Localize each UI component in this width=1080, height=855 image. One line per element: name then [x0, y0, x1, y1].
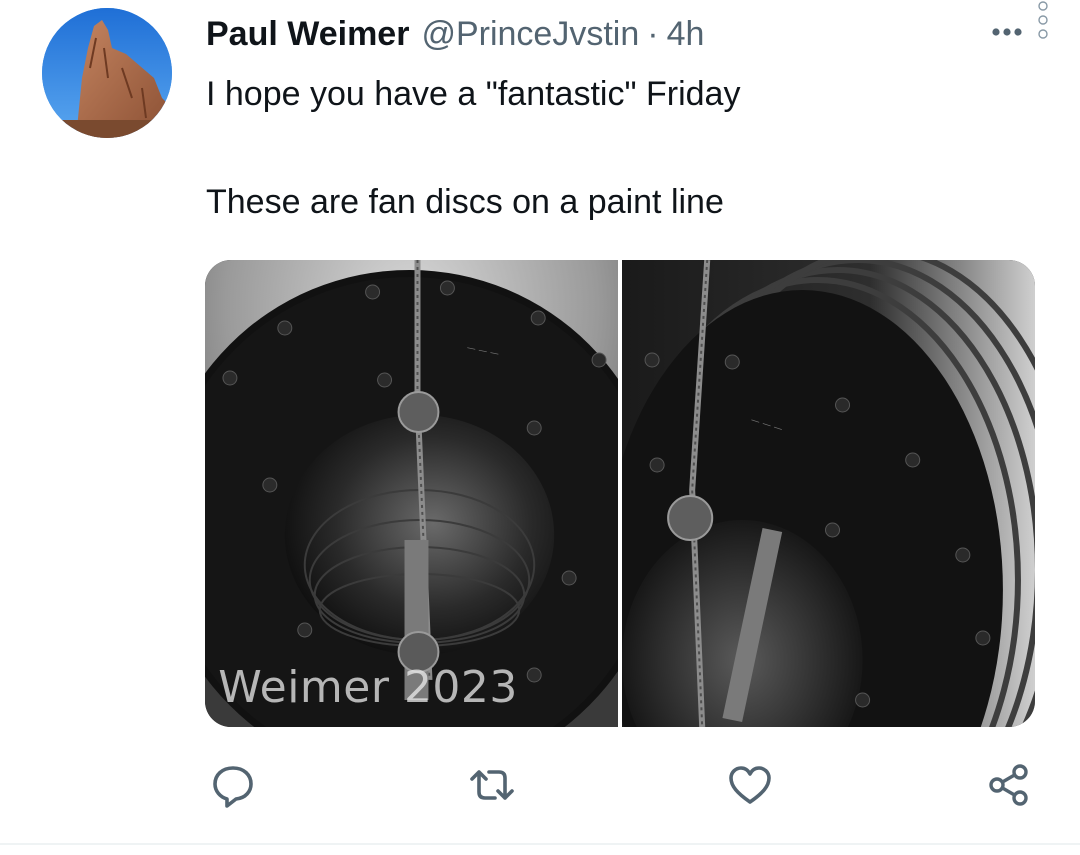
more-options-icon[interactable]: [990, 22, 1030, 42]
photo-watermark: l Weimer 2023: [205, 662, 518, 713]
author-handle[interactable]: @PrinceJvstin: [421, 12, 639, 56]
avatar[interactable]: [42, 8, 172, 138]
timestamp[interactable]: 4h: [667, 12, 705, 56]
divider: [0, 843, 1080, 845]
avatar-image: [42, 8, 172, 138]
retweet-icon[interactable]: [467, 760, 517, 810]
photo-2[interactable]: — — —: [622, 260, 1035, 727]
reply-icon[interactable]: [208, 760, 258, 810]
share-icon[interactable]: [984, 760, 1034, 810]
fan-disc-front-image: — — —: [205, 260, 618, 727]
tweet-text-line-2: These are fan discs on a paint line: [206, 183, 724, 221]
fan-disc-side-image: — — —: [622, 260, 1035, 727]
status-indicator-icon: [1036, 0, 1050, 46]
author-name[interactable]: Paul Weimer: [206, 12, 409, 56]
tweet-text-line-1: I hope you have a "fantastic" Friday: [206, 75, 741, 113]
like-icon[interactable]: [725, 760, 775, 810]
separator-dot: ·: [647, 15, 659, 53]
media-grid: — — — l Weimer 2023 — — —: [205, 260, 1035, 727]
tweet-actions: [0, 760, 1080, 810]
photo-1[interactable]: — — — l Weimer 2023: [205, 260, 618, 727]
tweet-header: Paul Weimer @PrinceJvstin · 4h: [206, 12, 704, 56]
